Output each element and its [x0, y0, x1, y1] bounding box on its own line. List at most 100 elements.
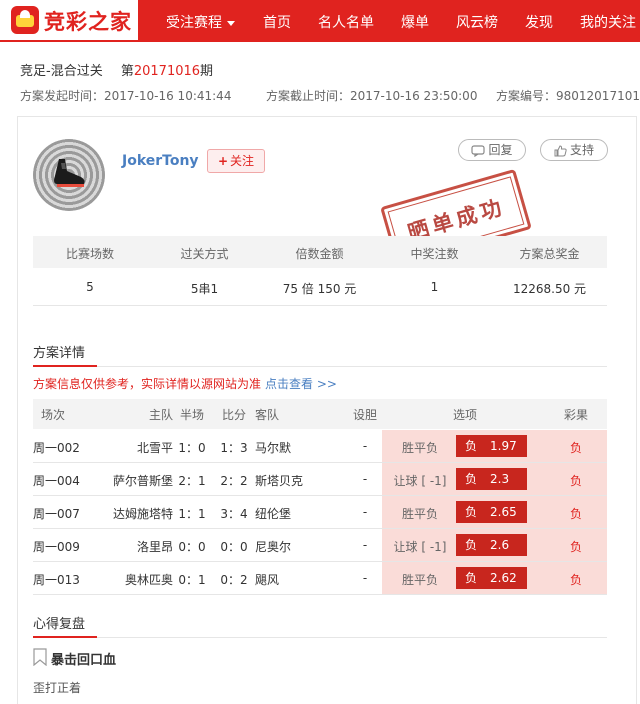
top-nav: 竞彩之家 受注赛程 首页 名人名单 爆单 风云榜 发现 我的关注: [0, 0, 640, 42]
table-row: 周一009 洛里昂 0：0 0：0 尼奥尔 - 让球 [ -1] 负 2.6 负: [33, 529, 607, 562]
nav-item-home[interactable]: 首页: [263, 12, 291, 32]
chevron-down-icon: [227, 20, 235, 26]
header-full: 比分: [221, 408, 246, 422]
header-banker: 设胆: [352, 408, 377, 422]
summary-header-cell: 方案总奖金: [519, 247, 580, 261]
nav-item-following[interactable]: 我的关注: [580, 12, 636, 32]
header-home: 主队: [148, 408, 173, 422]
plus-icon: +: [217, 154, 229, 168]
support-button[interactable]: 支持: [540, 139, 608, 161]
pick-odds: 2.6: [490, 538, 510, 552]
home-team: 洛里昂: [136, 540, 173, 554]
nav-item-hot[interactable]: 爆单: [401, 12, 429, 32]
plan-title: 竞足-混合过关 第20171016期: [20, 64, 214, 79]
tab-review[interactable]: 心得复盘: [33, 613, 85, 632]
pick-chip[interactable]: 负 1.97: [456, 435, 527, 457]
tab-active-indicator: [33, 365, 97, 367]
match-count: 5: [86, 280, 94, 294]
pick-outcome: 负: [465, 538, 478, 552]
summary-header-cell: 过关方式: [180, 247, 229, 261]
nav-item-discover[interactable]: 发现: [525, 12, 553, 32]
table-row: 周一007 达姆施塔特 1：1 3：4 纽伦堡 - 胜平负 负 2.65 负: [33, 496, 607, 529]
match-id: 周一004: [33, 474, 80, 488]
full-score: 2：2: [220, 474, 248, 488]
half-score: 1：0: [178, 441, 206, 455]
pick-outcome: 负: [465, 472, 478, 486]
divider: [33, 637, 607, 638]
bet-type: 胜平负: [401, 441, 438, 455]
match-result: 负: [569, 474, 582, 488]
away-team: 纽伦堡: [255, 507, 292, 521]
end-time: 方案截止时间：2017-10-16 23:50:00: [266, 89, 478, 103]
sneaker-icon: [54, 159, 85, 187]
view-source-link[interactable]: 点击查看 >>: [265, 377, 337, 391]
banker: -: [362, 538, 368, 552]
header-away: 客队: [255, 408, 280, 422]
full-score: 0：2: [220, 573, 248, 587]
header-result: 彩果: [563, 408, 588, 422]
match-result: 负: [569, 540, 582, 554]
follow-button[interactable]: + 关注: [207, 149, 265, 173]
banker: -: [362, 505, 368, 519]
pick-odds: 1.97: [490, 439, 517, 453]
home-team: 萨尔普斯堡: [112, 474, 173, 488]
home-team: 北雪平: [136, 441, 173, 455]
review-body: 歪打正着: [33, 681, 82, 695]
half-score: 2：1: [178, 474, 206, 488]
banker: -: [362, 472, 368, 486]
summary-row: 5 5串1 75 倍 150 元 1 12268.50 元: [33, 268, 607, 306]
plan-id: 方案编号：980120171016: [496, 89, 640, 103]
pick-odds: 2.3: [490, 472, 510, 486]
pick-chip[interactable]: 负 2.6: [456, 534, 527, 556]
away-team: 斯塔贝克: [255, 474, 304, 488]
thumbs-up-icon: [554, 144, 567, 156]
logo-text: 竞彩之家: [44, 10, 132, 34]
pick-odds: 2.65: [490, 505, 517, 519]
table-row: 周一002 北雪平 1：0 1：3 马尔默 - 胜平负 负 1.97 负: [33, 430, 607, 463]
match-result: 负: [569, 441, 582, 455]
notice: 方案信息仅供参考，实际详情以源网站为准 点击查看 >>: [33, 377, 337, 391]
header-half: 半场: [179, 408, 204, 422]
match-id: 周一002: [33, 441, 80, 455]
pick-chip[interactable]: 负 2.65: [456, 501, 527, 523]
pick-outcome: 负: [465, 571, 478, 585]
tab-plan-detail[interactable]: 方案详情: [33, 342, 85, 361]
divider: [33, 366, 607, 367]
avatar[interactable]: [33, 139, 105, 211]
username[interactable]: JokerTony: [122, 153, 199, 169]
home-team: 奥林匹奥: [124, 573, 173, 587]
header-match-id: 场次: [41, 408, 66, 422]
header-option: 选项: [452, 408, 477, 422]
summary-header-cell: 比赛场数: [65, 247, 114, 261]
home-team: 达姆施塔特: [112, 507, 173, 521]
pick-chip[interactable]: 负 2.62: [456, 567, 527, 589]
review-title: 暴击回口血: [51, 653, 117, 668]
nav-item-celebrities[interactable]: 名人名单: [318, 12, 374, 32]
table-row: 周一004 萨尔普斯堡 2：1 2：2 斯塔贝克 - 让球 [ -1] 负 2.3 负: [33, 463, 607, 496]
site-logo[interactable]: 竞彩之家: [0, 0, 138, 42]
detail-header: 场次 主队 半场 比分 客队 设胆 选项 彩果: [33, 399, 607, 429]
comment-icon: [471, 144, 486, 157]
away-team: 马尔默: [255, 441, 292, 455]
full-score: 1：3: [220, 441, 248, 455]
half-score: 1：1: [178, 507, 206, 521]
match-id: 周一009: [33, 540, 80, 554]
pick-chip[interactable]: 负 2.3: [456, 468, 527, 490]
table-row: 周一013 奥林匹奥 0：1 0：2 飓风 - 胜平负 负 2.62 负: [33, 562, 607, 595]
away-team: 尼奥尔: [255, 540, 292, 554]
match-id: 周一013: [33, 573, 80, 587]
reply-button[interactable]: 回复: [458, 139, 526, 161]
total-prize: 12268.50 元: [512, 282, 587, 296]
summary-header: 比赛场数 过关方式 倍数金额 中奖注数 方案总奖金: [33, 236, 607, 268]
nav-item-ranking[interactable]: 风云榜: [456, 12, 498, 32]
banker: -: [362, 571, 368, 585]
multiple-amount: 75 倍 150 元: [282, 282, 357, 296]
match-result: 负: [569, 573, 582, 587]
nav-item-schedule[interactable]: 受注赛程: [166, 12, 235, 32]
full-score: 0：0: [220, 540, 248, 554]
match-result: 负: [569, 507, 582, 521]
start-time: 方案发起时间：2017-10-16 10:41:44: [20, 89, 232, 103]
winning-bets: 1: [430, 280, 439, 294]
summary-header-cell: 倍数金额: [295, 247, 344, 261]
logo-icon: [11, 6, 39, 34]
